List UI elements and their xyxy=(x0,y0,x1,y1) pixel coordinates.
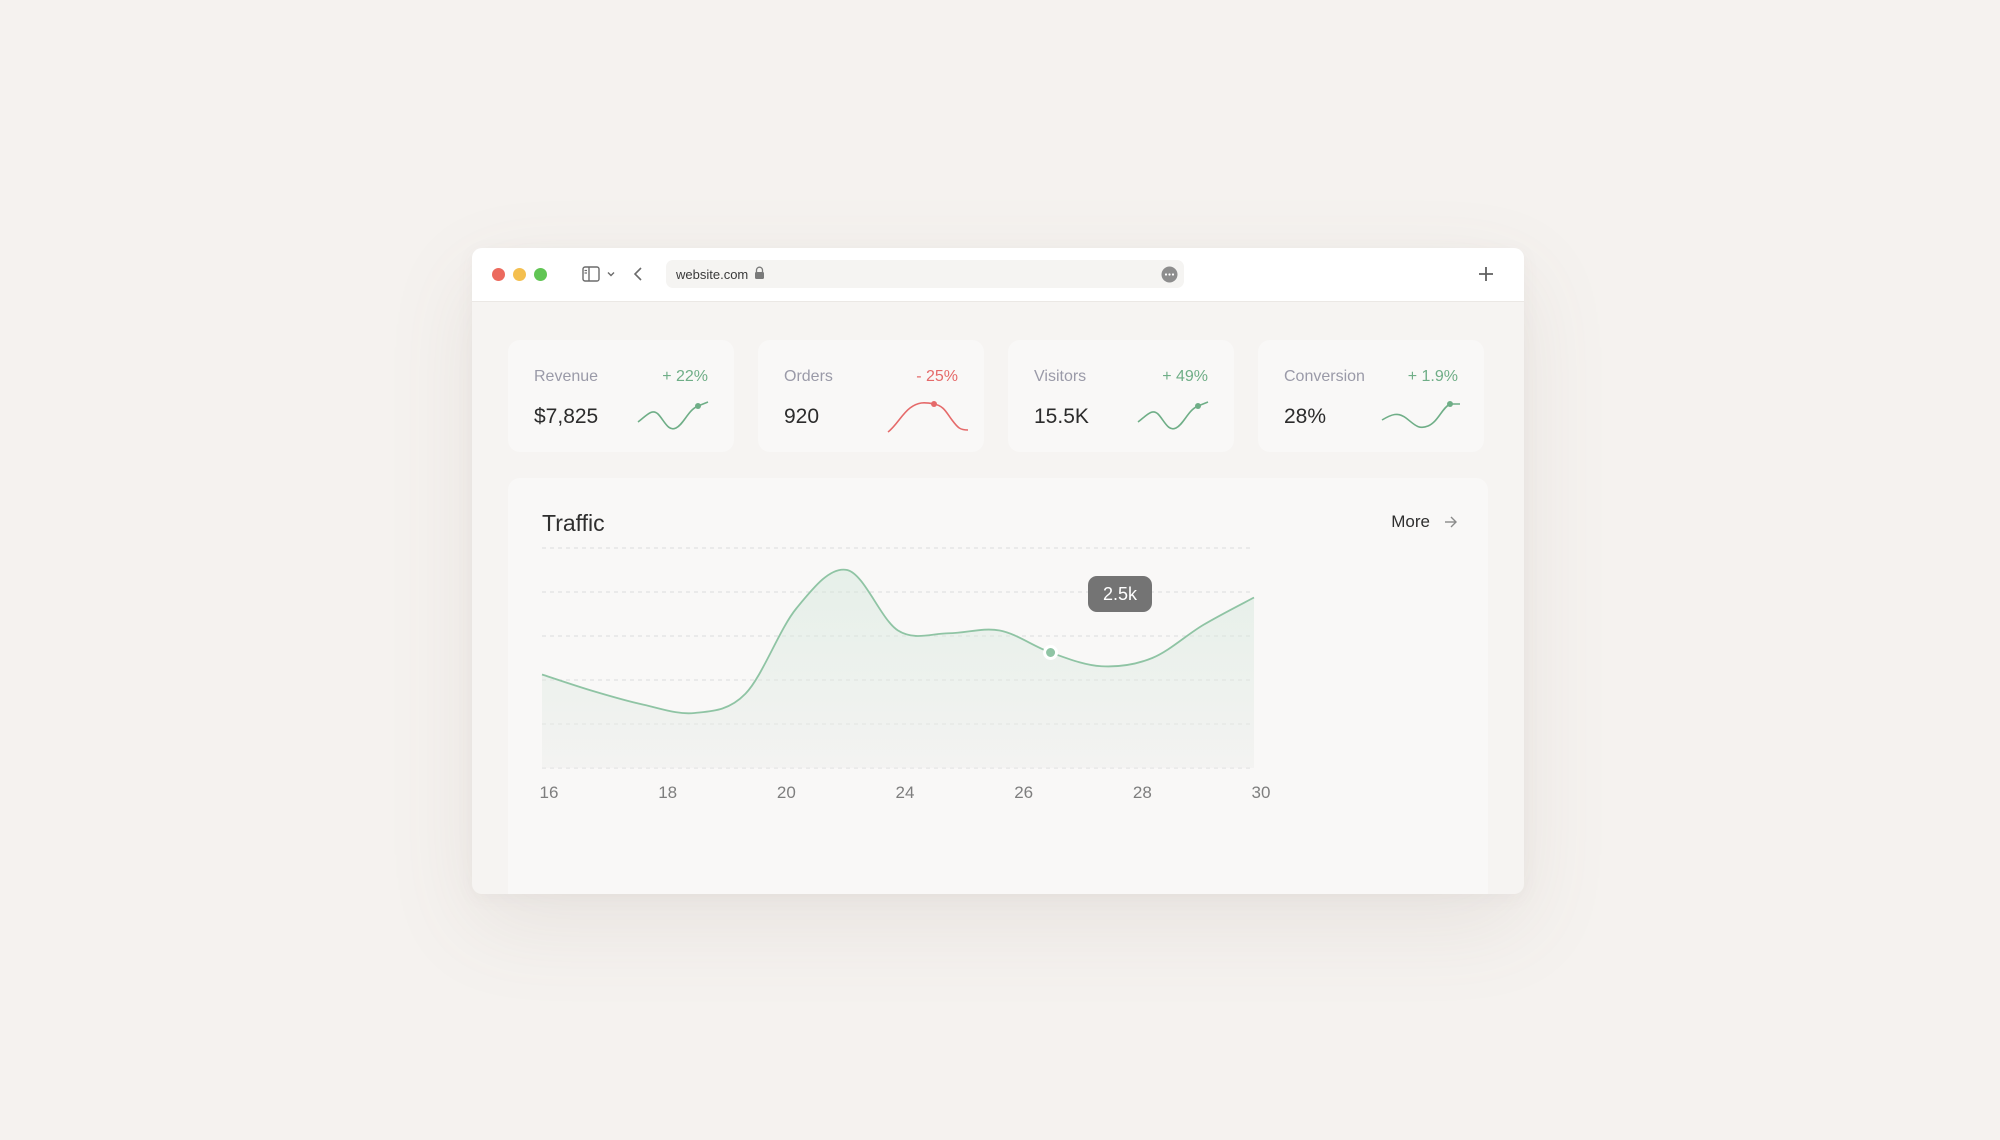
more-button[interactable]: More xyxy=(1391,512,1458,532)
stat-change: + 22% xyxy=(662,368,708,385)
stat-change: + 49% xyxy=(1162,368,1208,385)
lock-icon xyxy=(755,266,764,279)
minimize-window-button[interactable] xyxy=(513,268,526,281)
x-axis-tick-label: 28 xyxy=(1133,783,1152,802)
more-button-label: More xyxy=(1391,512,1430,531)
stat-label: Revenue xyxy=(534,368,599,385)
stat-value: 15.5K xyxy=(1034,405,1089,428)
x-axis-tick-label: 18 xyxy=(658,783,677,802)
x-axis-tick-label: 26 xyxy=(1014,783,1033,802)
x-axis-tick-label: 16 xyxy=(540,783,559,802)
stat-value: 28% xyxy=(1284,405,1327,428)
traffic-chart-card: 16 18 20 24 26 28 30 Traffic More 2.5k xyxy=(508,478,1488,894)
address-bar[interactable]: website.com xyxy=(666,260,1184,288)
stat-value: $7,825 xyxy=(534,405,599,428)
sparkline-down-icon xyxy=(887,401,969,433)
browser-window: website.com Revenue + 22% $7,825 Orders … xyxy=(472,248,1524,894)
browser-toolbar: website.com xyxy=(472,248,1524,302)
stat-card-revenue[interactable]: Revenue + 22% $7,825 xyxy=(508,340,734,452)
sparkline-up-icon xyxy=(1381,401,1460,429)
new-tab-plus-icon[interactable] xyxy=(1478,266,1494,282)
sparkline-up-icon xyxy=(637,401,709,430)
sparkline-up-icon xyxy=(1137,401,1209,430)
x-axis-tick-label: 30 xyxy=(1252,783,1271,802)
x-axis-tick-label: 24 xyxy=(896,783,915,802)
stat-card-conversion[interactable]: Conversion + 1.9% 28% xyxy=(1258,340,1484,452)
back-arrow-icon[interactable] xyxy=(632,266,644,282)
stat-card-visitors[interactable]: Visitors + 49% 15.5K xyxy=(1008,340,1234,452)
chart-tooltip: 2.5k xyxy=(1088,576,1152,612)
arrow-right-icon xyxy=(1445,516,1457,528)
stat-change: + 1.9% xyxy=(1407,368,1458,385)
stat-label: Orders xyxy=(784,368,833,385)
chevron-down-icon[interactable] xyxy=(606,269,616,279)
zoom-window-button[interactable] xyxy=(534,268,547,281)
traffic-chart: 16 18 20 24 26 28 30 xyxy=(540,547,1271,802)
stat-label: Conversion xyxy=(1284,368,1365,385)
x-axis-tick-label: 20 xyxy=(777,783,796,802)
chart-title: Traffic xyxy=(542,510,605,536)
page-options-icon[interactable] xyxy=(1161,266,1178,283)
stat-value: 920 xyxy=(784,405,820,428)
stat-card-orders[interactable]: Orders - 25% 920 xyxy=(758,340,984,452)
highlight-point[interactable] xyxy=(1043,645,1059,660)
sidebar-toggle-icon[interactable] xyxy=(582,266,600,282)
stat-change: - 25% xyxy=(916,368,958,385)
address-url[interactable]: website.com xyxy=(676,267,748,282)
stat-label: Visitors xyxy=(1034,368,1087,385)
close-window-button[interactable] xyxy=(492,268,505,281)
